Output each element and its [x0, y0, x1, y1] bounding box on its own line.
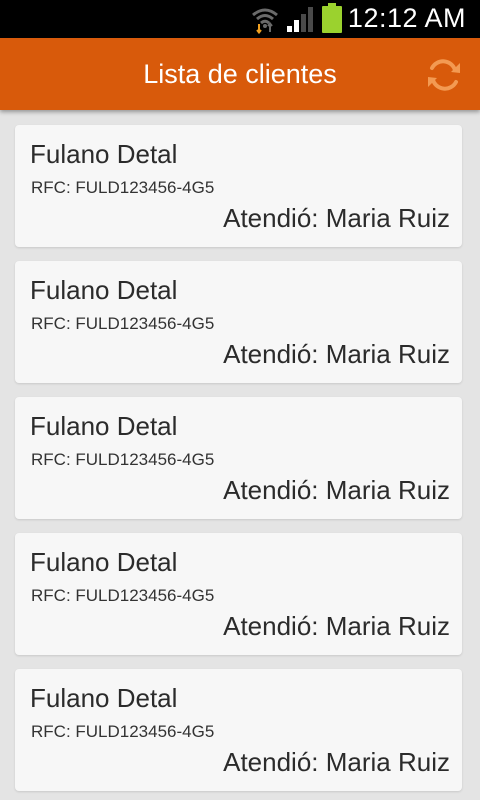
client-attended-by: Atendió: Maria Ruiz [223, 203, 450, 233]
client-name: Fulano Detal [30, 139, 178, 169]
client-rfc: RFC: FULD123456-4G5 [31, 450, 215, 469]
client-name: Fulano Detal [30, 683, 178, 713]
client-rfc: RFC: FULD123456-4G5 [31, 314, 215, 333]
client-rfc: RFC: FULD123456-4G5 [31, 722, 215, 741]
client-name: Fulano Detal [30, 411, 178, 441]
client-card[interactable]: Fulano Detal RFC: FULD123456-4G5 Atendió… [15, 669, 462, 791]
client-attended-by: Atendió: Maria Ruiz [223, 611, 450, 641]
client-card[interactable]: Fulano Detal RFC: FULD123456-4G5 Atendió… [15, 397, 462, 519]
client-card[interactable]: Fulano Detal RFC: FULD123456-4G5 Atendió… [15, 261, 462, 383]
signal-icon [287, 7, 313, 32]
page-title: Lista de clientes [143, 59, 337, 89]
client-card[interactable]: Fulano Detal RFC: FULD123456-4G5 Atendió… [15, 125, 462, 247]
client-rfc: RFC: FULD123456-4G5 [31, 586, 215, 605]
client-attended-by: Atendió: Maria Ruiz [223, 339, 450, 369]
client-name: Fulano Detal [30, 275, 178, 305]
refresh-icon[interactable] [424, 56, 464, 94]
client-card[interactable]: Fulano Detal RFC: FULD123456-4G5 Atendió… [15, 533, 462, 655]
battery-icon [322, 3, 342, 33]
client-attended-by: Atendió: Maria Ruiz [223, 475, 450, 505]
client-name: Fulano Detal [30, 547, 178, 577]
status-time: 12:12 AM [347, 3, 466, 33]
client-list[interactable]: Fulano Detal RFC: FULD123456-4G5 Atendió… [0, 110, 480, 800]
client-attended-by: Atendió: Maria Ruiz [223, 747, 450, 777]
client-rfc: RFC: FULD123456-4G5 [31, 178, 215, 197]
wifi-icon [252, 8, 278, 34]
app-bar: Lista de clientes [0, 38, 480, 110]
status-bar: 12:12 AM [0, 0, 480, 38]
